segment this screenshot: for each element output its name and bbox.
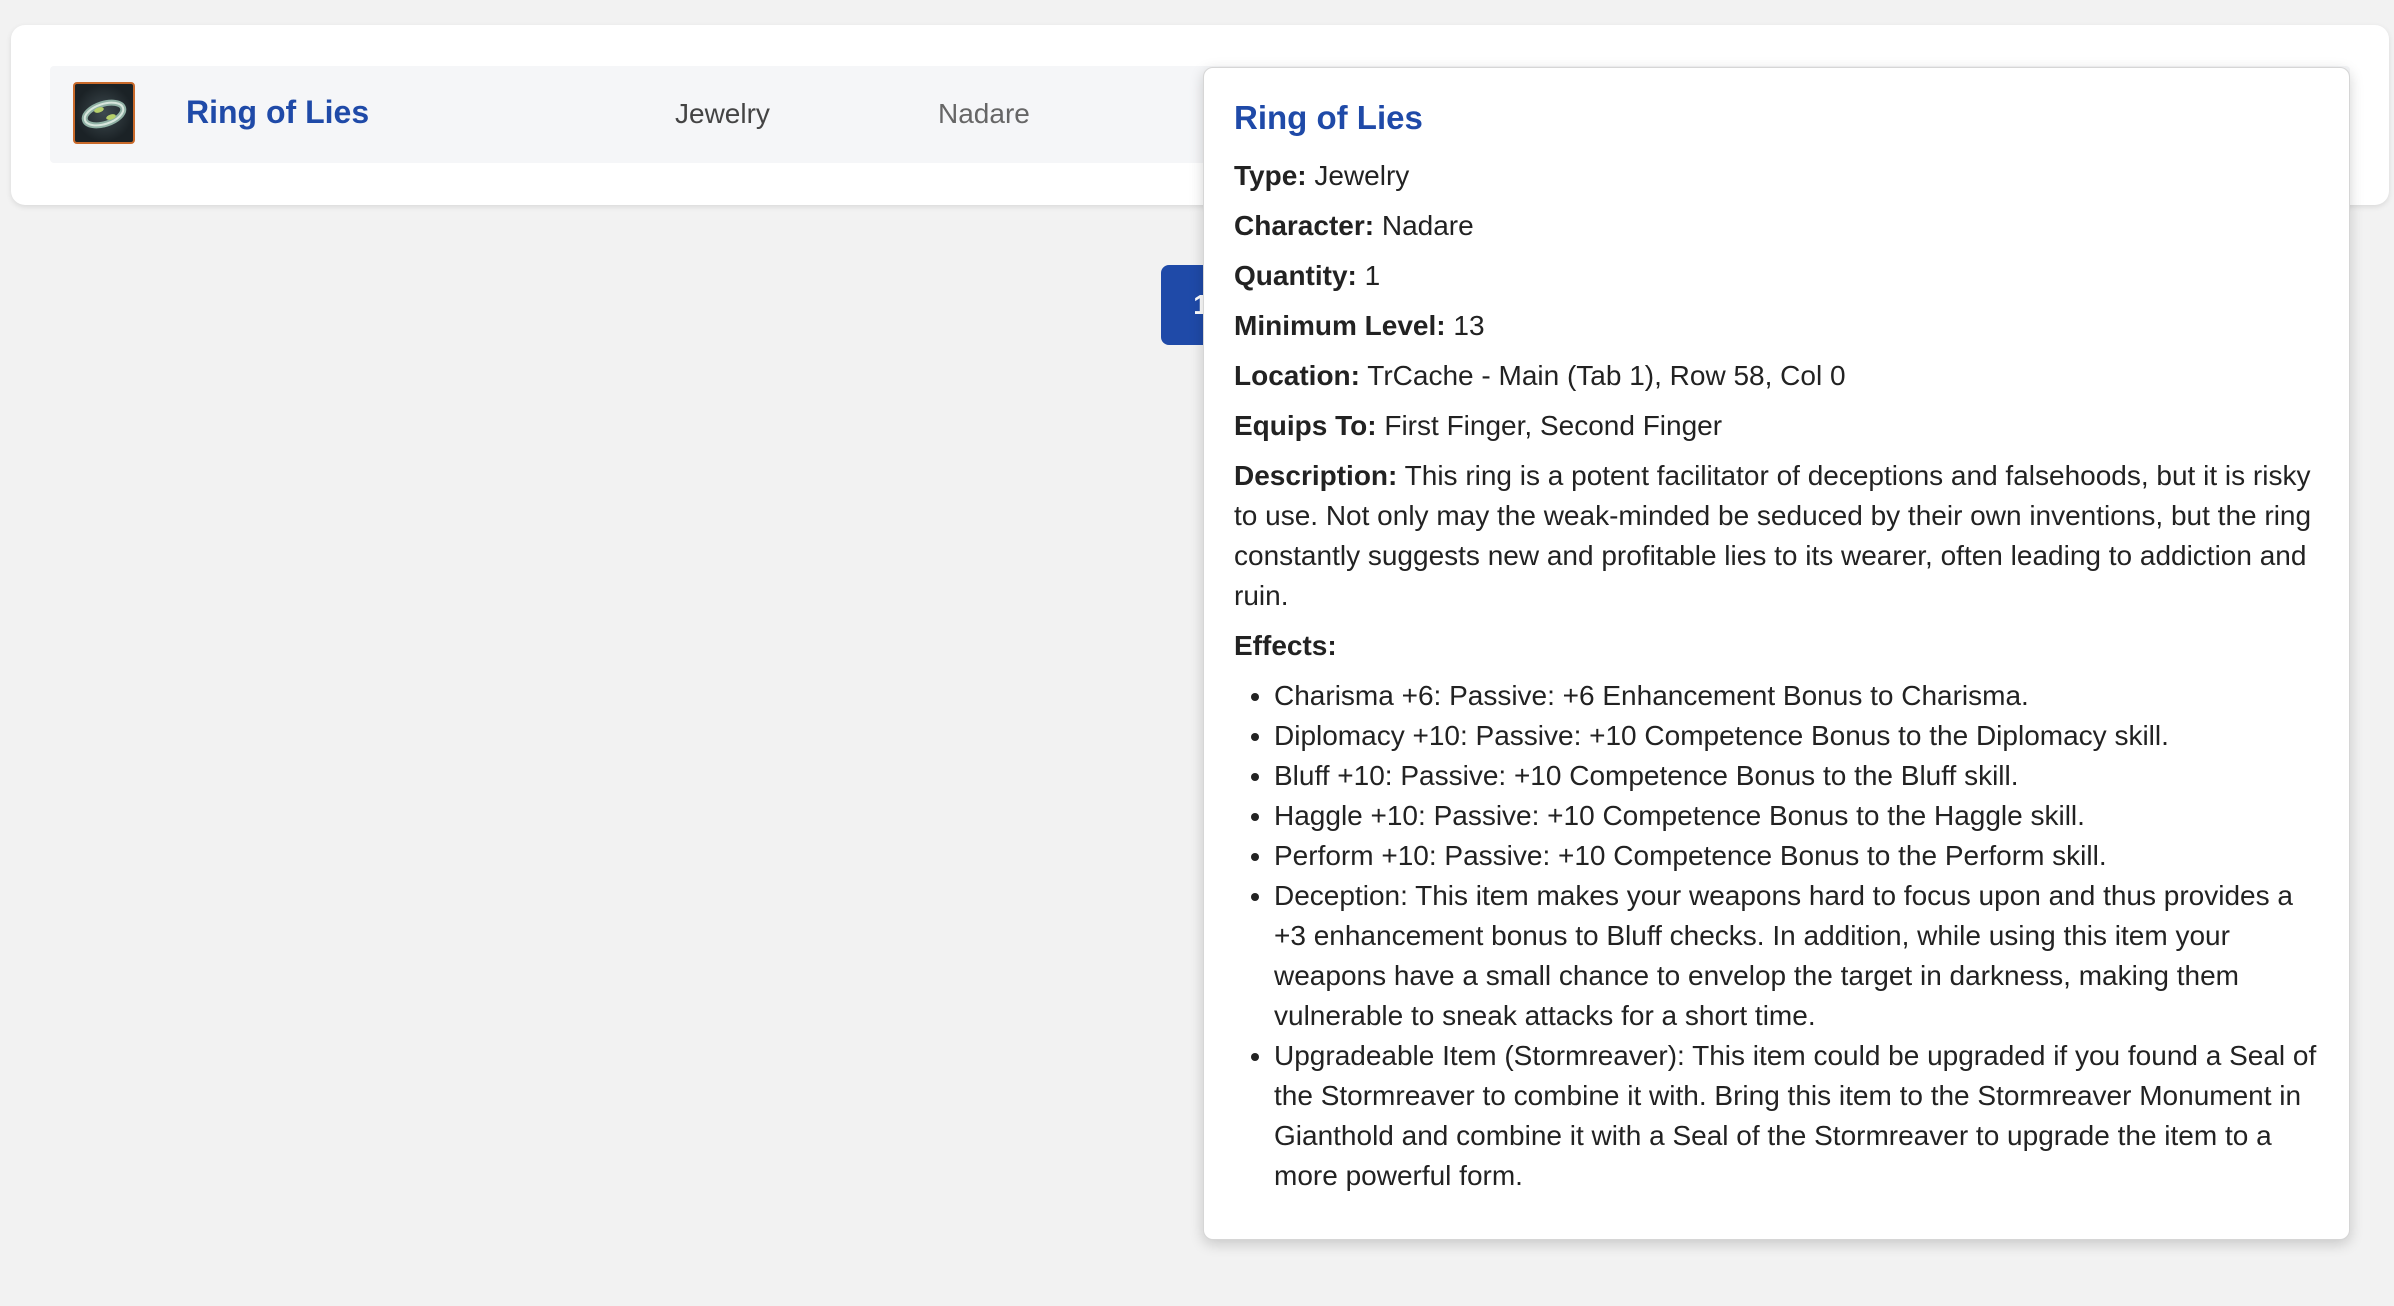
effect-item: Charisma +6: Passive: +6 Enhancement Bon…: [1274, 676, 2317, 716]
tooltip-field-character: Character: Nadare: [1234, 206, 2317, 246]
effect-item: Upgradeable Item (Stormreaver): This ite…: [1274, 1036, 2317, 1196]
field-value: First Finger, Second Finger: [1384, 410, 1723, 441]
item-name-link[interactable]: Ring of Lies: [186, 94, 369, 131]
effects-heading: Effects:: [1234, 630, 1337, 661]
effect-item: Diplomacy +10: Passive: +10 Competence B…: [1274, 716, 2317, 756]
field-value: TrCache - Main (Tab 1), Row 58, Col 0: [1367, 360, 1846, 391]
field-label: Type:: [1234, 160, 1307, 191]
tooltip-description: Description: This ring is a potent facil…: [1234, 456, 2317, 616]
tooltip-field-quantity: Quantity: 1: [1234, 256, 2317, 296]
field-value: Jewelry: [1314, 160, 1410, 191]
tooltip-title: Ring of Lies: [1234, 99, 1423, 136]
field-label: Minimum Level:: [1234, 310, 1446, 341]
description-label: Description:: [1234, 460, 1398, 491]
tooltip-field-equips-to: Equips To: First Finger, Second Finger: [1234, 406, 2317, 446]
effect-item: Deception: This item makes your weapons …: [1274, 876, 2317, 1036]
field-label: Quantity:: [1234, 260, 1357, 291]
effect-item: Perform +10: Passive: +10 Competence Bon…: [1274, 836, 2317, 876]
field-value: Nadare: [1381, 210, 1474, 241]
item-tooltip: Ring of Lies Type: Jewelry Character: Na…: [1203, 67, 2350, 1240]
tooltip-field-minimum-level: Minimum Level: 13: [1234, 306, 2317, 346]
item-type: Jewelry: [675, 98, 770, 129]
effect-item: Haggle +10: Passive: +10 Competence Bonu…: [1274, 796, 2317, 836]
item-character: Nadare: [938, 98, 1030, 129]
tooltip-field-location: Location: TrCache - Main (Tab 1), Row 58…: [1234, 356, 2317, 396]
field-label: Character:: [1234, 210, 1375, 241]
effect-item: Bluff +10: Passive: +10 Competence Bonus…: [1274, 756, 2317, 796]
field-value: 13: [1453, 310, 1485, 341]
field-value: 1: [1364, 260, 1381, 291]
field-label: Location:: [1234, 360, 1360, 391]
field-label: Equips To:: [1234, 410, 1377, 441]
effects-list: Charisma +6: Passive: +6 Enhancement Bon…: [1234, 676, 2317, 1196]
tooltip-field-type: Type: Jewelry: [1234, 156, 2317, 196]
ring-icon[interactable]: [73, 82, 135, 144]
